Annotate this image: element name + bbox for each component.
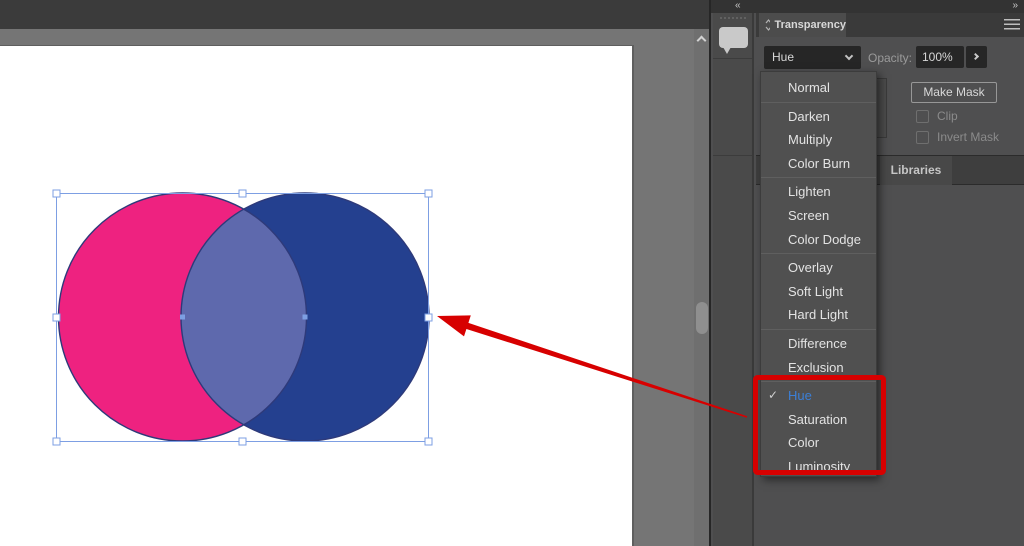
opacity-input[interactable]: 100% bbox=[916, 46, 964, 68]
menu-item-label: Difference bbox=[788, 336, 847, 351]
menu-item-label: Hard Light bbox=[788, 307, 848, 322]
menu-item-multiply[interactable]: Multiply bbox=[761, 128, 876, 152]
divider bbox=[713, 58, 752, 59]
scroll-up-icon[interactable] bbox=[697, 36, 707, 46]
menu-item-soft-light[interactable]: Soft Light bbox=[761, 280, 876, 304]
menu-item-label: Color Burn bbox=[788, 156, 850, 171]
menu-item-screen[interactable]: Screen bbox=[761, 204, 876, 228]
menu-item-color[interactable]: Color bbox=[761, 431, 876, 455]
clip-checkbox bbox=[916, 110, 929, 123]
opacity-label: Opacity: bbox=[868, 51, 912, 65]
invert-mask-checkbox-row: Invert Mask bbox=[916, 130, 999, 144]
menu-item-darken[interactable]: Darken bbox=[761, 105, 876, 129]
invert-mask-checkbox bbox=[916, 131, 929, 144]
menu-separator bbox=[761, 329, 876, 330]
panel-header: Transparency bbox=[756, 13, 1024, 37]
collapse-panels-icon[interactable]: » bbox=[1012, 0, 1018, 12]
scrollbar-thumb[interactable] bbox=[696, 302, 708, 334]
menu-item-hue[interactable]: ✓ Hue bbox=[761, 384, 876, 408]
speech-bubble-icon[interactable] bbox=[719, 27, 748, 48]
menu-item-exclusion[interactable]: Exclusion bbox=[761, 356, 876, 380]
blend-row: Hue Opacity: 100% bbox=[756, 46, 1024, 70]
divider bbox=[713, 155, 752, 156]
menu-item-label: Soft Light bbox=[788, 284, 843, 299]
menu-item-label: Luminosity bbox=[788, 459, 850, 474]
opacity-value: 100% bbox=[922, 50, 953, 64]
tab-libraries[interactable]: Libraries bbox=[880, 156, 952, 185]
menu-item-label: Exclusion bbox=[788, 360, 844, 375]
menu-item-label: Overlay bbox=[788, 260, 833, 275]
menu-item-color-dodge[interactable]: Color Dodge bbox=[761, 228, 876, 252]
panel-collapse-icon bbox=[764, 18, 770, 32]
menu-item-lighten[interactable]: Lighten bbox=[761, 180, 876, 204]
invert-mask-label: Invert Mask bbox=[937, 130, 999, 144]
menu-item-normal[interactable]: Normal bbox=[761, 76, 876, 100]
menu-item-label: Multiply bbox=[788, 132, 832, 147]
blend-mode-menu: Normal Darken Multiply Color Burn Lighten Scr… bbox=[760, 71, 877, 477]
illustrator-window: « » Transparency Hue bbox=[0, 0, 1024, 546]
menu-item-overlay[interactable]: Overlay bbox=[761, 256, 876, 280]
make-mask-button[interactable]: Make Mask bbox=[911, 82, 997, 103]
menu-item-color-burn[interactable]: Color Burn bbox=[761, 152, 876, 176]
collapse-icon-column-icon[interactable]: « bbox=[735, 0, 741, 12]
artwork-canvas bbox=[0, 46, 632, 546]
dock-top-bar: « » bbox=[711, 0, 1024, 13]
menu-item-label: Saturation bbox=[788, 412, 847, 427]
menu-separator bbox=[761, 102, 876, 103]
drag-grip-icon[interactable] bbox=[720, 17, 746, 19]
menu-separator bbox=[761, 381, 876, 382]
panel-tab-label: Transparency bbox=[774, 19, 846, 31]
chevron-right-icon bbox=[972, 53, 979, 60]
checkmark-icon: ✓ bbox=[768, 384, 778, 408]
menu-item-difference[interactable]: Difference bbox=[761, 332, 876, 356]
menu-item-label: Hue bbox=[788, 388, 812, 403]
clip-checkbox-row: Clip bbox=[916, 109, 958, 123]
application-top-bar bbox=[0, 0, 710, 29]
chevron-down-icon bbox=[845, 52, 853, 60]
opacity-stepper-button[interactable] bbox=[966, 46, 987, 68]
menu-item-label: Color bbox=[788, 435, 819, 450]
menu-item-label: Screen bbox=[788, 208, 829, 223]
collapsed-panel-icon-column bbox=[713, 13, 754, 546]
blend-mode-select[interactable]: Hue bbox=[764, 46, 861, 69]
menu-item-saturation[interactable]: Saturation bbox=[761, 408, 876, 432]
menu-item-label: Darken bbox=[788, 109, 830, 124]
blend-mode-value: Hue bbox=[772, 50, 794, 64]
menu-item-label: Color Dodge bbox=[788, 232, 861, 247]
clip-label: Clip bbox=[937, 109, 958, 123]
tab-transparency[interactable]: Transparency bbox=[759, 13, 846, 37]
vertical-scrollbar[interactable] bbox=[694, 29, 709, 546]
menu-separator bbox=[761, 253, 876, 254]
menu-item-hard-light[interactable]: Hard Light bbox=[761, 303, 876, 327]
menu-item-luminosity[interactable]: Luminosity bbox=[761, 455, 876, 479]
artboard[interactable] bbox=[0, 45, 634, 546]
menu-item-label: Normal bbox=[788, 80, 830, 95]
menu-item-label: Lighten bbox=[788, 184, 831, 199]
panel-menu-icon[interactable] bbox=[1004, 19, 1020, 31]
menu-separator bbox=[761, 177, 876, 178]
